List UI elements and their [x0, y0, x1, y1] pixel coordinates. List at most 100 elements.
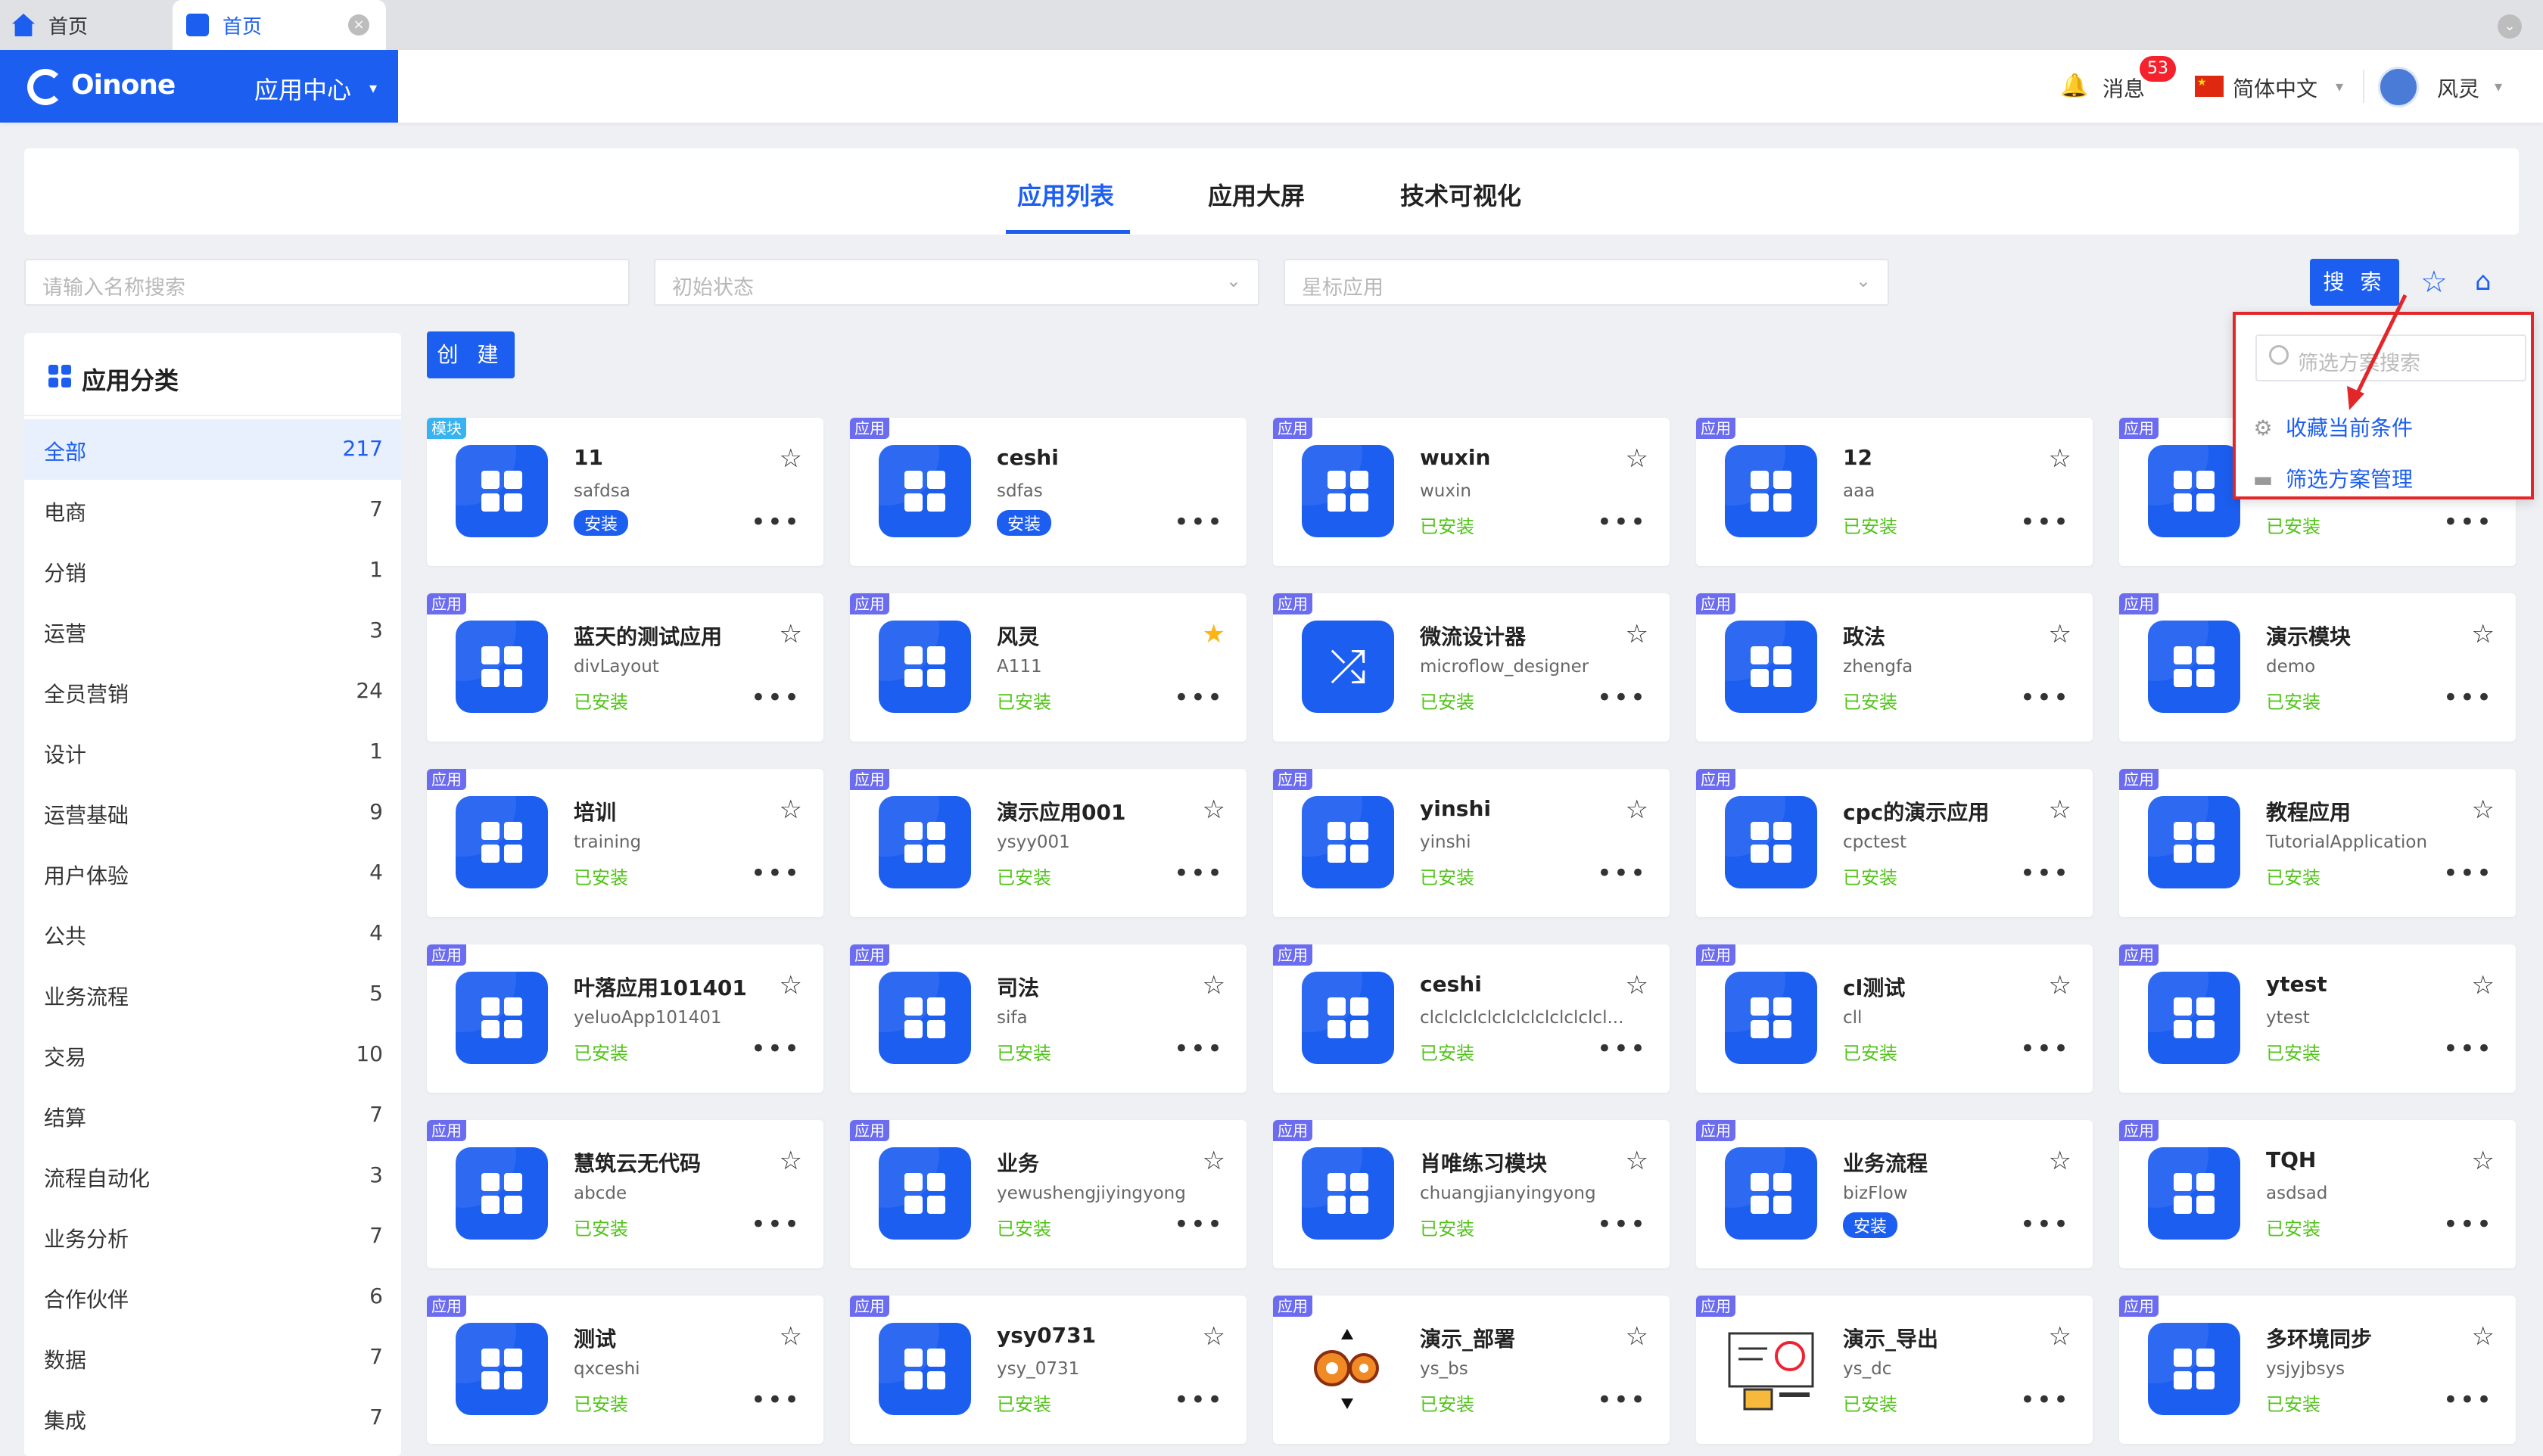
- app-card[interactable]: 应用 教程应用 TutorialApplication 已安装 ☆ •••: [2119, 769, 2516, 917]
- sidebar-item[interactable]: 全员营销 24: [24, 661, 401, 722]
- sidebar-item[interactable]: 全部 217: [24, 419, 401, 480]
- more-icon[interactable]: •••: [751, 1387, 801, 1413]
- more-icon[interactable]: •••: [1174, 860, 1224, 886]
- app-card[interactable]: 应用 叶落应用101401 yeluoApp101401 已安装 ☆ •••: [427, 944, 823, 1093]
- sidebar-item[interactable]: 流程自动化 3: [24, 1146, 401, 1206]
- star-icon[interactable]: ☆: [1203, 1146, 1225, 1176]
- star-icon[interactable]: ☆: [1626, 1146, 1648, 1176]
- more-icon[interactable]: •••: [2443, 860, 2493, 886]
- more-icon[interactable]: •••: [2020, 1387, 2070, 1413]
- app-card[interactable]: 应用 ceshi clclclclclclclclclclclclcl... 已安装 ☆…: [1273, 944, 1670, 1093]
- more-icon[interactable]: •••: [1174, 509, 1224, 535]
- sidebar-item[interactable]: 用户体验 4: [24, 843, 401, 904]
- more-icon[interactable]: •••: [2443, 685, 2493, 711]
- saved-filter-star-icon[interactable]: ☆: [2420, 265, 2448, 300]
- app-card[interactable]: 应用 政法 zhengfa 已安装 ☆ •••: [1696, 593, 2093, 742]
- sidebar-item[interactable]: 业务流程 5: [24, 964, 401, 1025]
- app-card[interactable]: 应用 演示应用001 ysyy001 已安装 ☆ •••: [850, 769, 1247, 917]
- star-icon[interactable]: ☆: [2049, 1321, 2071, 1352]
- user-name[interactable]: 风灵: [2437, 73, 2479, 103]
- star-icon[interactable]: ☆: [780, 970, 802, 1000]
- scheme-search-input[interactable]: 筛选方案搜索: [2255, 334, 2526, 381]
- language-switcher[interactable]: 简体中文: [2233, 73, 2317, 103]
- more-icon[interactable]: •••: [1174, 1036, 1224, 1062]
- app-card[interactable]: 应用 业务 yewushengjiyingyong 已安装 ☆ •••: [850, 1120, 1247, 1268]
- star-icon[interactable]: ☆: [1203, 1321, 1225, 1352]
- star-icon[interactable]: ☆: [1626, 1321, 1648, 1352]
- app-center-switcher[interactable]: 应用中心: [254, 71, 351, 106]
- more-icon[interactable]: •••: [2443, 1036, 2493, 1062]
- app-card[interactable]: 应用 蓝天的测试应用 divLayout 已安装 ☆ •••: [427, 593, 823, 742]
- name-search-input[interactable]: 请输入名称搜索: [24, 259, 630, 306]
- app-card[interactable]: 应用 TQH asdsad 已安装 ☆ •••: [2119, 1120, 2516, 1268]
- more-icon[interactable]: •••: [751, 685, 801, 711]
- more-icon[interactable]: •••: [1597, 1036, 1647, 1062]
- more-icon[interactable]: •••: [1174, 685, 1224, 711]
- star-icon[interactable]: ☆: [2049, 970, 2071, 1000]
- more-icon[interactable]: •••: [1597, 1387, 1647, 1413]
- star-icon[interactable]: ☆: [780, 1321, 802, 1352]
- tab-app-dashboard[interactable]: 应用大屏: [1208, 177, 1305, 212]
- search-button[interactable]: 搜 索: [2310, 259, 2399, 306]
- star-icon[interactable]: ☆: [2049, 619, 2071, 649]
- more-icon[interactable]: •••: [751, 860, 801, 886]
- caret-down-icon[interactable]: ▾: [2336, 77, 2343, 95]
- sidebar-item[interactable]: 结算 7: [24, 1085, 401, 1146]
- sidebar-item[interactable]: 电商 7: [24, 480, 401, 540]
- install-button[interactable]: 安装: [1843, 1212, 1898, 1238]
- save-current-filter-item[interactable]: ⚙ 收藏当前条件: [2252, 412, 2413, 442]
- manage-filter-schemes-item[interactable]: ▬ 筛选方案管理: [2252, 463, 2413, 493]
- more-icon[interactable]: •••: [1597, 1212, 1647, 1237]
- caret-down-icon[interactable]: ▾: [369, 79, 377, 97]
- app-card[interactable]: 应用 测试 qxceshi 已安装 ☆ •••: [427, 1296, 823, 1444]
- more-icon[interactable]: •••: [2020, 509, 2070, 535]
- sidebar-item[interactable]: 公共 4: [24, 904, 401, 964]
- star-icon[interactable]: ☆: [1626, 795, 1648, 825]
- app-card[interactable]: 应用 风灵 A111 已安装 ★ •••: [850, 593, 1247, 742]
- sidebar-item[interactable]: 设计 1: [24, 722, 401, 782]
- app-card[interactable]: 应用 多环境同步 ysjyjbsys 已安装 ☆ •••: [2119, 1296, 2516, 1444]
- app-card[interactable]: 应用 业务流程 bizFlow 安装 ☆ •••: [1696, 1120, 2093, 1268]
- tab-tech-visualization[interactable]: 技术可视化: [1400, 177, 1521, 212]
- app-card[interactable]: 应用 ysy0731 ysy_0731 已安装 ☆ •••: [850, 1296, 1247, 1444]
- clear-filter-icon[interactable]: ⌂: [2475, 266, 2492, 297]
- install-button[interactable]: 安装: [574, 510, 629, 536]
- more-icon[interactable]: •••: [2443, 1387, 2493, 1413]
- sidebar-item[interactable]: 集成 7: [24, 1388, 401, 1448]
- app-card[interactable]: 应用 肖唯练习模块 chuangjianyingyong 已安装 ☆ •••: [1273, 1120, 1670, 1268]
- caret-down-icon[interactable]: ▾: [2495, 77, 2502, 95]
- sidebar-item[interactable]: 数据 7: [24, 1327, 401, 1388]
- more-icon[interactable]: •••: [2443, 509, 2493, 535]
- more-icon[interactable]: •••: [1174, 1212, 1224, 1237]
- app-card[interactable]: 应用 ceshi sdfas 安装 •••: [850, 418, 1247, 566]
- sidebar-item[interactable]: 运营 3: [24, 601, 401, 661]
- star-icon[interactable]: ☆: [1626, 619, 1648, 649]
- app-card[interactable]: 应用 wuxin wuxin 已安装 ☆ •••: [1273, 418, 1670, 566]
- more-icon[interactable]: •••: [2020, 685, 2070, 711]
- browser-tab-home[interactable]: 首页: [0, 0, 171, 50]
- sidebar-item[interactable]: 合作伙伴 6: [24, 1267, 401, 1327]
- more-icon[interactable]: •••: [751, 1212, 801, 1237]
- app-card[interactable]: 模块 11 safdsa 安装 ☆ •••: [427, 418, 823, 566]
- browser-tab-active[interactable]: 首页 ×: [173, 0, 386, 50]
- close-tab-icon[interactable]: ×: [348, 14, 369, 36]
- install-button[interactable]: 安装: [997, 510, 1052, 536]
- app-card[interactable]: 应用 cl测试 cll 已安装 ☆ •••: [1696, 944, 2093, 1093]
- more-icon[interactable]: •••: [2020, 1036, 2070, 1062]
- star-icon[interactable]: ☆: [1626, 443, 1648, 474]
- sidebar-item[interactable]: 运营基础 9: [24, 782, 401, 843]
- app-card[interactable]: 应用 ytest ytest 已安装 ☆ •••: [2119, 944, 2516, 1093]
- star-icon[interactable]: ☆: [1203, 970, 1225, 1000]
- app-card[interactable]: 应用 12 aaa 已安装 ☆ •••: [1696, 418, 2093, 566]
- star-icon[interactable]: ☆: [2472, 619, 2495, 649]
- star-icon[interactable]: ☆: [1203, 795, 1225, 825]
- more-icon[interactable]: •••: [2443, 1212, 2493, 1237]
- app-card[interactable]: 应用 司法 sifa 已安装 ☆ •••: [850, 944, 1247, 1093]
- app-card[interactable]: 应用 演示_部署 ys_bs 已安装 ☆ •••: [1273, 1296, 1670, 1444]
- star-icon[interactable]: ☆: [1626, 970, 1648, 1000]
- star-icon[interactable]: ☆: [2049, 795, 2071, 825]
- app-card[interactable]: 应用 cpc的演示应用 cpctest 已安装 ☆ •••: [1696, 769, 2093, 917]
- star-icon[interactable]: ☆: [780, 443, 802, 474]
- more-icon[interactable]: •••: [1597, 860, 1647, 886]
- more-icon[interactable]: •••: [751, 1036, 801, 1062]
